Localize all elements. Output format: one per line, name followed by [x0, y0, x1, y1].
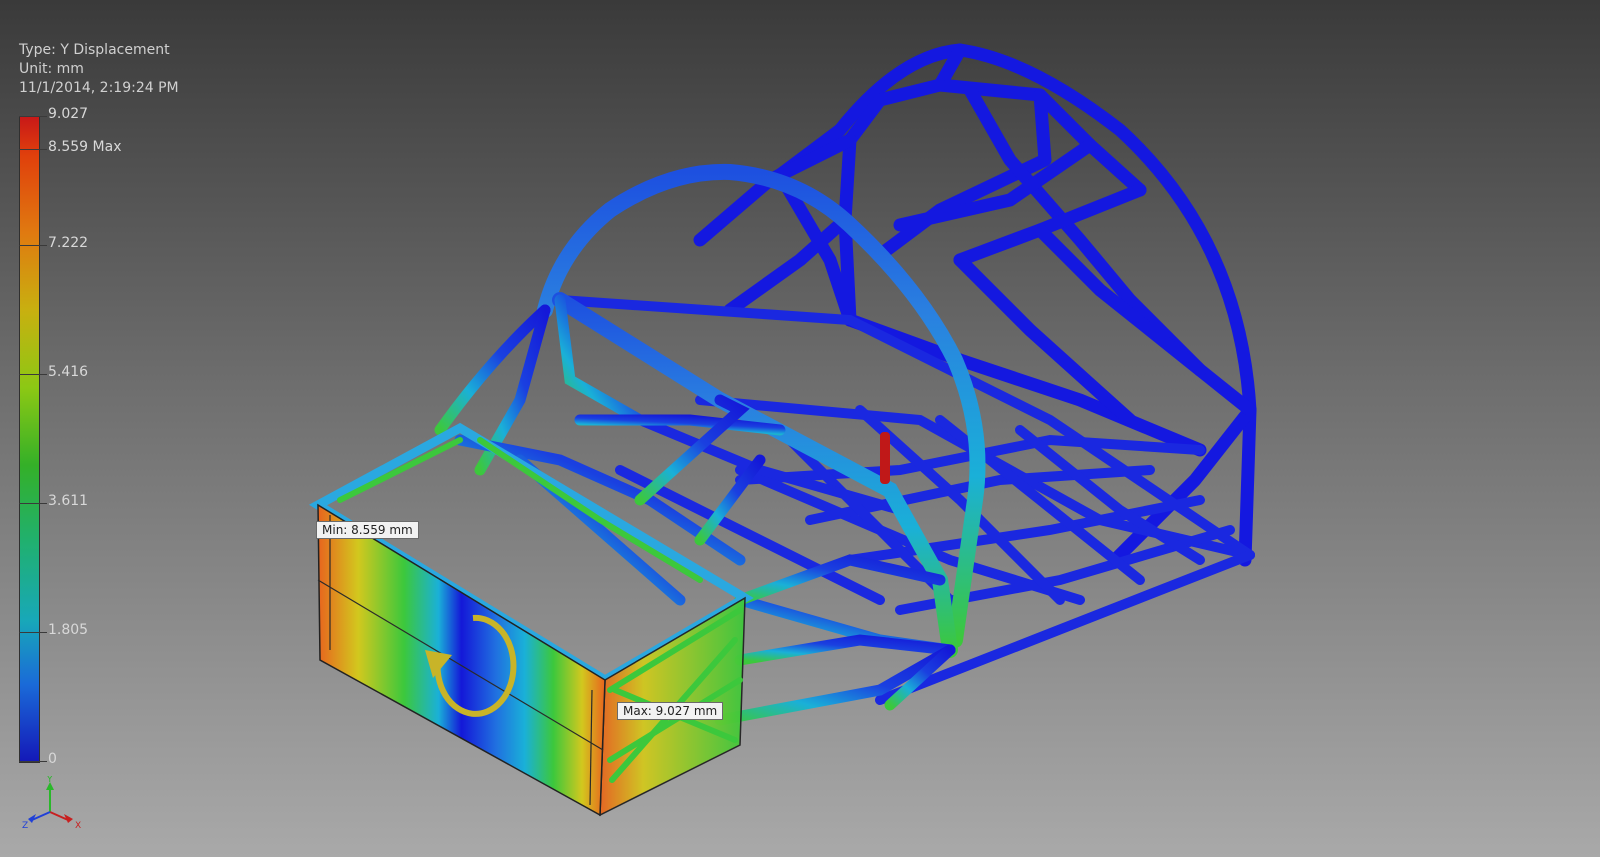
scale-tick-label: 1.805 [48, 622, 89, 639]
model-viewport[interactable] [0, 0, 1600, 857]
legend-type: Type: Y Displacement [19, 42, 170, 58]
scale-tick [19, 632, 47, 634]
scale-tick [19, 116, 47, 117]
scale-tick [19, 502, 47, 504]
scale-tick [19, 374, 47, 375]
scale-tick-label: 0 [48, 751, 57, 767]
triad-y-label: Y [46, 776, 53, 785]
scale-tick-label: 5.416 [48, 364, 89, 380]
max-probe-label[interactable]: Max: 9.027 mm [617, 702, 724, 720]
scale-tick [19, 149, 47, 151]
legend-timestamp: 11/1/2014, 2:19:24 PM [19, 80, 179, 96]
scale-tick-label: 8.559 Max [48, 139, 122, 156]
load-marker [880, 432, 890, 484]
triad-x-label: X [75, 821, 81, 831]
scale-tick [19, 244, 47, 246]
legend-unit: Unit: mm [19, 61, 84, 77]
result-legend-header: Type: Y Displacement Unit: mm 11/1/2014,… [19, 41, 179, 98]
color-scale-bar [19, 116, 40, 763]
scale-tick-label: 9.027 [48, 106, 89, 122]
scale-tick [19, 761, 47, 762]
scale-tick-label: 7.222 [48, 234, 89, 251]
front-box-frame [308, 422, 754, 817]
view-axis-triad[interactable]: Y X Z [18, 776, 88, 836]
scale-tick-label: 3.611 [48, 492, 89, 509]
min-probe-label[interactable]: Min: 8.559 mm [316, 521, 419, 539]
triad-z-label: Z [22, 821, 28, 831]
